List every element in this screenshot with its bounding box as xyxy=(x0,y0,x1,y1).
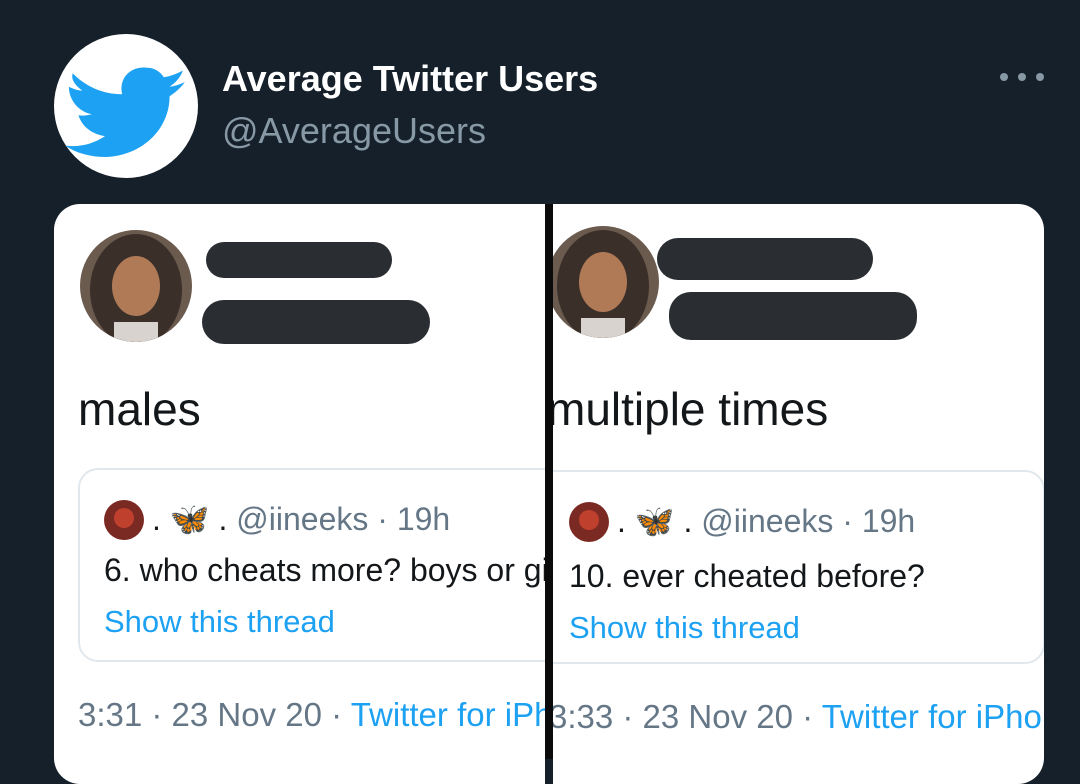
quoted-tweet[interactable]: . 🦋 . @iineeks · 19h 6. who cheats more?… xyxy=(78,468,545,662)
quoted-text: 10. ever cheated before? xyxy=(569,558,925,594)
quoted-author: . 🦋 . @iineeks · 19h xyxy=(152,501,451,537)
quoted-avatar xyxy=(104,500,144,540)
tweet-screenshot-left: males . 🦋 . @iineeks · 19h 6. who cheats… xyxy=(54,204,545,784)
butterfly-icon: 🦋 xyxy=(169,501,210,537)
tweet-meta: 3:31 · 23 Nov 20 · Twitter for iPhone xyxy=(78,696,545,734)
divider xyxy=(545,204,553,759)
tweet-screenshot-right: multiple times . 🦋 . @iineeks · 19h 10. … xyxy=(553,204,1044,784)
more-options-icon[interactable] xyxy=(1000,62,1044,92)
show-thread-link[interactable]: Show this thread xyxy=(104,604,335,640)
tweet-source-link[interactable]: Twitter for iPhone xyxy=(822,698,1044,735)
quoted-author: . 🦋 . @iineeks · 19h xyxy=(617,503,916,539)
quoted-tweet[interactable]: . 🦋 . @iineeks · 19h 10. ever cheated be… xyxy=(553,470,1044,664)
redacted-handle xyxy=(202,300,430,344)
tweet-text: males xyxy=(78,383,201,435)
show-thread-link[interactable]: Show this thread xyxy=(569,610,800,646)
butterfly-icon: 🦋 xyxy=(634,503,675,539)
user-avatar xyxy=(553,226,659,338)
account-avatar[interactable] xyxy=(54,34,198,178)
quoted-avatar xyxy=(569,502,609,542)
account-handle[interactable]: @AverageUsers xyxy=(222,110,486,152)
tweet-source-link[interactable]: Twitter for iPhone xyxy=(351,696,545,733)
twitter-bird-icon xyxy=(65,67,185,157)
quoted-text: 6. who cheats more? boys or girls xyxy=(104,552,545,588)
tweet-text: multiple times xyxy=(553,383,829,435)
tweet-meta: 3:33 · 23 Nov 20 · Twitter for iPhone xyxy=(553,698,1044,736)
redacted-name xyxy=(657,238,873,280)
redacted-name xyxy=(206,242,392,278)
account-name[interactable]: Average Twitter Users xyxy=(222,58,598,100)
user-avatar xyxy=(80,230,192,342)
redacted-handle xyxy=(669,292,917,340)
